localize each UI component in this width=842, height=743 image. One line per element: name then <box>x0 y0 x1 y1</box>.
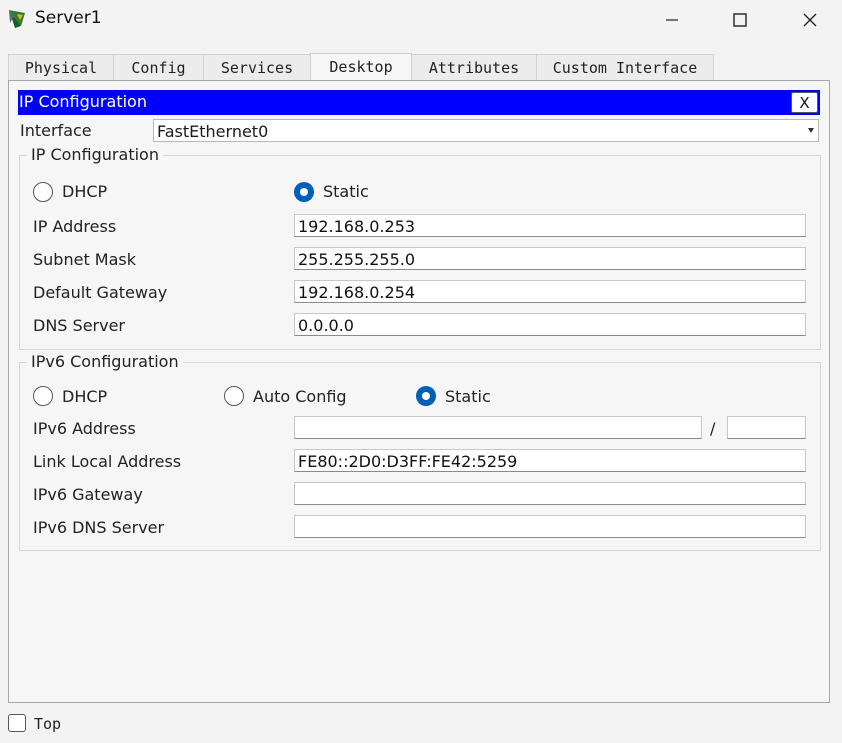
ipv4-dhcp-radio[interactable] <box>33 182 53 202</box>
subnet-mask-label: Subnet Mask <box>33 250 137 269</box>
packet-tracer-app-icon <box>6 7 30 31</box>
prefix-separator: / <box>710 419 716 438</box>
title-bar[interactable]: Server1 <box>0 0 842 40</box>
minimize-button[interactable] <box>642 0 702 40</box>
tab-custom-interface[interactable]: Custom Interface <box>536 54 714 80</box>
ipv4-static-radio[interactable] <box>294 182 314 202</box>
interface-label: Interface <box>20 121 92 140</box>
top-checkbox-label: Top <box>34 715 62 733</box>
default-gateway-label: Default Gateway <box>33 283 168 302</box>
ipv6-static-label: Static <box>445 387 491 406</box>
close-icon <box>803 13 817 27</box>
interface-selected-value: FastEthernet0 <box>157 122 269 141</box>
ipv6-static-radio[interactable] <box>416 386 436 406</box>
dns-server-label: DNS Server <box>33 316 125 335</box>
ip-address-label: IP Address <box>33 217 117 236</box>
desktop-panel: IP Configuration X Interface FastEtherne… <box>8 80 830 703</box>
ipv6-dhcp-label: DHCP <box>62 387 108 406</box>
ip-configuration-title: IP Configuration <box>19 92 147 111</box>
ipv4-dhcp-label: DHCP <box>62 182 108 201</box>
link-local-address-value: FE80::2D0:D3FF:FE42:5259 <box>298 452 518 471</box>
ipv6-dns-server-input[interactable] <box>294 515 806 538</box>
maximize-icon <box>733 13 747 27</box>
close-window-button[interactable] <box>780 0 840 40</box>
window-title: Server1 <box>35 8 102 28</box>
link-local-address-label: Link Local Address <box>33 452 182 471</box>
interface-select[interactable]: FastEthernet0 <box>153 119 819 142</box>
subnet-mask-value: 255.255.255.0 <box>298 250 416 269</box>
tab-config[interactable]: Config <box>113 54 204 80</box>
ipv4-configuration-group: IP Configuration DHCP Static IP Address … <box>19 145 821 350</box>
minimize-icon <box>666 19 678 21</box>
ipv6-address-input[interactable] <box>294 416 702 439</box>
link-local-address-input[interactable]: FE80::2D0:D3FF:FE42:5259 <box>294 449 806 472</box>
default-gateway-input[interactable]: 192.168.0.254 <box>294 280 806 303</box>
ip-address-input[interactable]: 192.168.0.253 <box>294 214 806 237</box>
ipv6-auto-config-radio[interactable] <box>224 386 244 406</box>
maximize-button[interactable] <box>710 0 770 40</box>
top-checkbox[interactable] <box>8 714 26 732</box>
ipv6-gateway-label: IPv6 Gateway <box>33 485 143 504</box>
ipv6-configuration-group: IPv6 Configuration DHCP Auto Config Stat… <box>19 352 821 551</box>
ipv6-dhcp-radio[interactable] <box>33 386 53 406</box>
ipv6-auto-config-label: Auto Config <box>253 387 347 406</box>
ipv6-prefix-length-input[interactable] <box>727 416 806 439</box>
ipv6-dns-server-label: IPv6 DNS Server <box>33 518 165 537</box>
ipv4-static-label: Static <box>323 182 369 201</box>
close-ip-configuration-button[interactable]: X <box>791 92 818 113</box>
default-gateway-value: 192.168.0.254 <box>298 283 416 302</box>
dns-server-value: 0.0.0.0 <box>298 316 354 335</box>
ip-configuration-header: IP Configuration X <box>18 90 820 115</box>
chevron-down-icon <box>808 128 814 133</box>
ipv6-group-legend: IPv6 Configuration <box>27 352 183 371</box>
tab-services[interactable]: Services <box>203 54 311 80</box>
subnet-mask-input[interactable]: 255.255.255.0 <box>294 247 806 270</box>
tab-attributes[interactable]: Attributes <box>411 54 537 80</box>
tab-physical[interactable]: Physical <box>8 54 114 80</box>
ipv6-address-label: IPv6 Address <box>33 419 136 438</box>
dns-server-input[interactable]: 0.0.0.0 <box>294 313 806 336</box>
tab-desktop[interactable]: Desktop <box>310 53 412 80</box>
ipv6-gateway-input[interactable] <box>294 482 806 505</box>
ip-address-value: 192.168.0.253 <box>298 217 416 236</box>
ipv4-group-legend: IP Configuration <box>27 145 163 164</box>
